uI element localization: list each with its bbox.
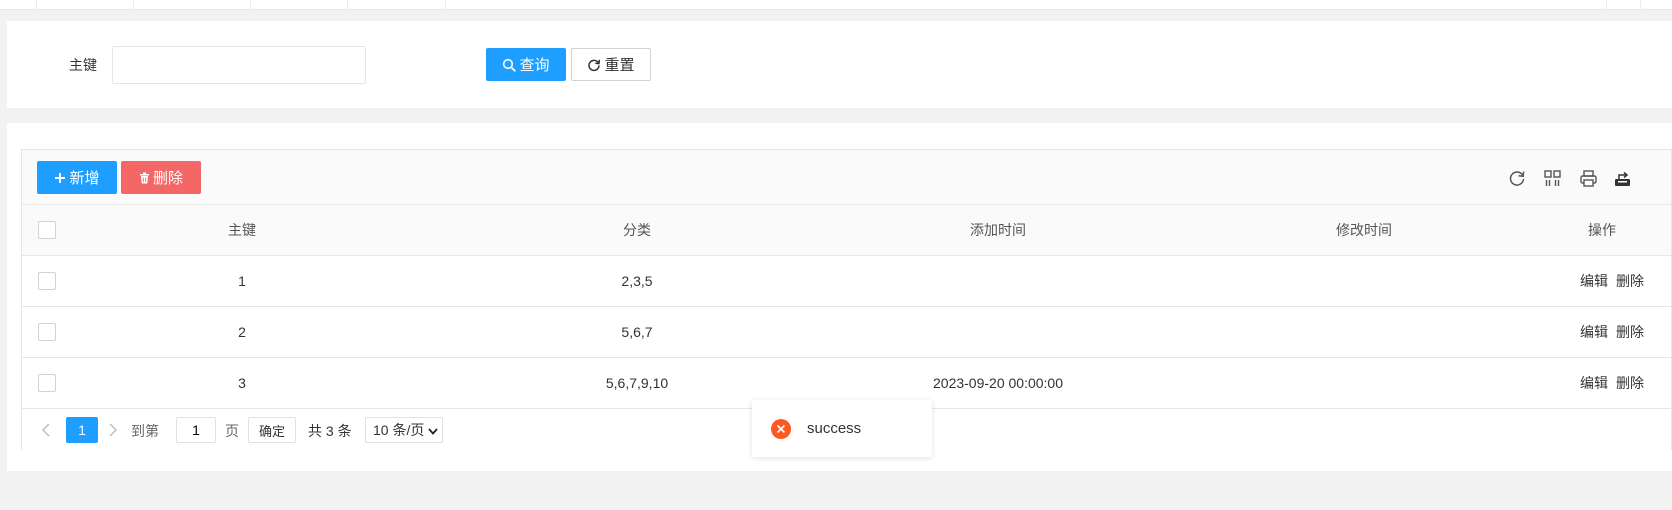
- refresh-icon[interactable]: [1506, 167, 1528, 189]
- cell-category: 5,6,7: [621, 324, 653, 340]
- table-row: 2 5,6,7 编辑 删除: [22, 307, 1671, 358]
- query-label: 查询: [519, 57, 550, 74]
- column-header-actions: 操作: [1588, 222, 1616, 238]
- delete-label: 删除: [152, 170, 183, 187]
- delete-link[interactable]: 删除: [1616, 373, 1644, 393]
- row-checkbox[interactable]: [38, 272, 56, 290]
- query-button[interactable]: 查询: [486, 48, 566, 81]
- divider: [445, 0, 446, 10]
- goto-label: 到第: [131, 423, 159, 439]
- page-size-value: 10 条/页: [373, 422, 425, 438]
- goto-confirm-button[interactable]: 确定: [248, 417, 296, 443]
- column-header-modified: 修改时间: [1336, 222, 1392, 238]
- search-icon: [502, 58, 517, 72]
- search-field-label: 主键: [69, 57, 97, 73]
- next-page-icon[interactable]: [102, 418, 124, 442]
- search-input[interactable]: [112, 46, 366, 84]
- row-checkbox[interactable]: [38, 374, 56, 392]
- page-button-current[interactable]: 1: [66, 417, 98, 443]
- error-icon: [771, 418, 791, 439]
- add-button[interactable]: 新增: [37, 161, 117, 194]
- cell-id: 2: [238, 324, 246, 340]
- divider: [250, 0, 251, 10]
- chevron-down-icon: [424, 422, 439, 438]
- table-row: 1 2,3,5 编辑 删除: [22, 256, 1671, 307]
- divider: [36, 0, 37, 10]
- total-count: 共 3 条: [308, 423, 352, 439]
- refresh-icon: [587, 58, 601, 72]
- cell-modified: [1214, 256, 1514, 306]
- page-suffix-label: 页: [225, 423, 239, 439]
- reset-button[interactable]: 重置: [571, 48, 651, 81]
- cell-modified: [1214, 307, 1514, 357]
- add-label: 新增: [69, 170, 100, 187]
- divider: [1640, 0, 1641, 10]
- divider: [347, 0, 348, 10]
- prev-page-icon[interactable]: [35, 418, 57, 442]
- cell-created: [848, 307, 1148, 357]
- edit-link[interactable]: 编辑: [1580, 271, 1608, 291]
- divider: [133, 0, 134, 10]
- table-header: 主键 分类 添加时间 修改时间 操作: [22, 205, 1671, 256]
- cell-category: 2,3,5: [621, 273, 653, 289]
- export-icon[interactable]: [1611, 167, 1633, 189]
- column-header-category: 分类: [623, 222, 651, 238]
- cell-created: [848, 256, 1148, 306]
- cell-modified: [1214, 358, 1514, 408]
- edit-link[interactable]: 编辑: [1580, 373, 1608, 393]
- top-strip: [0, 0, 1672, 10]
- cell-actions: 编辑 删除: [1562, 256, 1662, 306]
- cell-category: 5,6,7,9,10: [605, 375, 669, 391]
- cell-actions: 编辑 删除: [1562, 307, 1662, 357]
- plus-icon: [54, 172, 66, 184]
- cell-id: 1: [238, 273, 246, 289]
- print-icon[interactable]: [1577, 167, 1599, 189]
- search-panel: 主键 查询 重置: [7, 21, 1672, 108]
- goto-page-input[interactable]: [176, 417, 216, 443]
- table-toolbar: 新增 删除: [22, 150, 1671, 205]
- page-size-select[interactable]: 10 条/页: [365, 417, 443, 443]
- select-all-checkbox[interactable]: [38, 221, 56, 239]
- columns-icon[interactable]: [1541, 167, 1563, 189]
- delete-link[interactable]: 删除: [1616, 322, 1644, 342]
- reset-label: 重置: [604, 57, 635, 74]
- toast-message: success: [752, 400, 932, 457]
- column-header-id: 主键: [228, 222, 256, 238]
- edit-link[interactable]: 编辑: [1580, 322, 1608, 342]
- row-checkbox[interactable]: [38, 323, 56, 341]
- divider: [1606, 0, 1607, 10]
- cell-id: 3: [238, 375, 246, 391]
- trash-icon: [139, 172, 150, 184]
- toast-text: success: [807, 420, 862, 437]
- delete-link[interactable]: 删除: [1616, 271, 1644, 291]
- cell-actions: 编辑 删除: [1562, 358, 1662, 408]
- column-header-created: 添加时间: [970, 222, 1026, 238]
- batch-delete-button[interactable]: 删除: [121, 161, 201, 194]
